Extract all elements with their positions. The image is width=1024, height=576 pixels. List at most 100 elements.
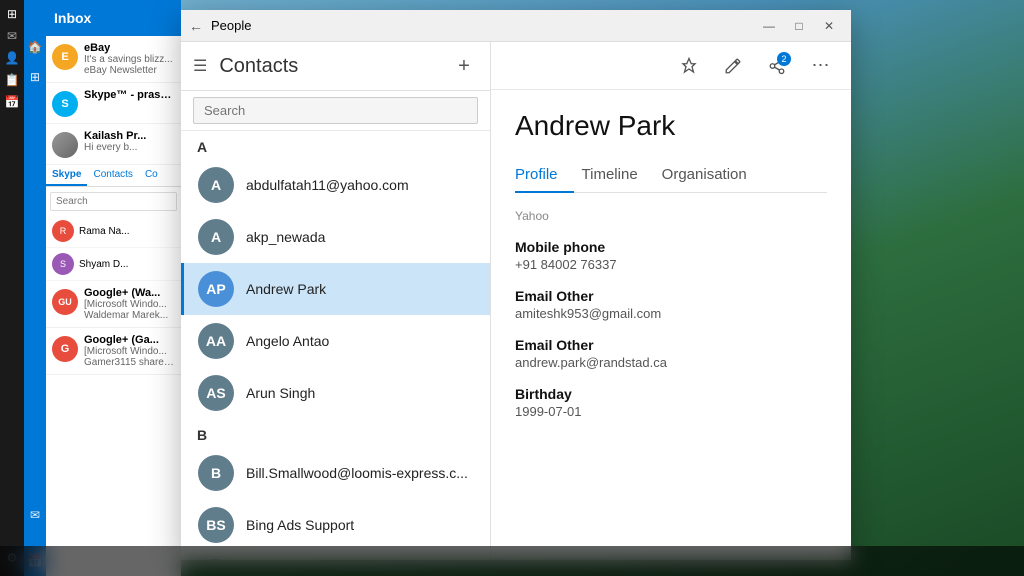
profile-tabs: Profile Timeline Organisation (515, 158, 827, 193)
hamburger-icon[interactable]: ☰ (193, 56, 207, 76)
googlewa-avatar: GU (52, 289, 78, 315)
bottom-taskbar (0, 546, 1024, 576)
contacts-search-container (181, 91, 490, 131)
window-controls: — □ ✕ (755, 12, 843, 40)
mail-sidebar-home[interactable]: 🏠 (28, 40, 43, 54)
contacts-search-input[interactable] (193, 97, 478, 124)
edit-button[interactable] (715, 48, 751, 84)
field-birthday-label: Birthday (515, 386, 827, 402)
start-icon[interactable]: ⊞ (2, 4, 22, 24)
rama-avatar: R (52, 220, 74, 242)
people-window: ← People — □ ✕ ☰ Contacts + A A ab (181, 10, 851, 560)
kailash-content: Kailash Pr... Hi every b... (84, 130, 175, 153)
letter-a: A (181, 131, 490, 159)
googlega-sub: Gamer3115 shared a post with Microsoft V… (84, 357, 175, 368)
skype-avatar: S (52, 91, 78, 117)
googlewa-sub: Waldemar Marek... (84, 310, 175, 321)
field-mobile-phone: Mobile phone +91 84002 76337 (515, 239, 827, 272)
share-button[interactable]: 2 (759, 48, 795, 84)
contact-bing[interactable]: BS Bing Ads Support (181, 499, 490, 551)
mail-sidebar-envelope[interactable]: ✉ (30, 508, 40, 522)
googlewa-sender: Google+ (Wa... (84, 287, 175, 299)
angelo-avatar: AA (198, 323, 234, 359)
more-button[interactable]: ⋯ (803, 48, 839, 84)
letter-b: B (181, 419, 490, 447)
contact-list-small: R Rama Na... S Shyam D... (46, 215, 181, 281)
mail-header: Inbox (46, 0, 181, 36)
contact-shyam[interactable]: S Shyam D... (46, 248, 181, 281)
tab-timeline[interactable]: Timeline (582, 158, 654, 193)
shyam-name: Shyam D... (79, 259, 128, 270)
bing-name: Bing Ads Support (246, 517, 354, 533)
profile-pane: 2 ⋯ Andrew Park Profile Timeline Organis… (491, 42, 851, 560)
contact-andrew[interactable]: AP Andrew Park (181, 263, 490, 315)
pin-button[interactable] (671, 48, 707, 84)
ebay-sender: eBay (84, 42, 175, 54)
tab-organisation[interactable]: Organisation (662, 158, 763, 193)
shyam-avatar: S (52, 253, 74, 275)
contact-angelo[interactable]: AA Angelo Antao (181, 315, 490, 367)
contact-abdulfatah[interactable]: A abdulfatah11@yahoo.com (181, 159, 490, 211)
angelo-name: Angelo Antao (246, 333, 329, 349)
profile-toolbar: 2 ⋯ (491, 42, 851, 90)
googlega-preview: [Microsoft Windo... (84, 346, 175, 357)
tab-contacts[interactable]: Contacts (87, 165, 138, 186)
contacts-list: A A abdulfatah11@yahoo.com A akp_newada … (181, 131, 490, 560)
maximize-button[interactable]: □ (785, 12, 813, 40)
mail-panel: Inbox E eBay It's a savings blizz... eBa… (46, 0, 181, 576)
field-email1-label: Email Other (515, 288, 827, 304)
contact-rama[interactable]: R Rama Na... (46, 215, 181, 248)
tab-co[interactable]: Co (139, 165, 164, 186)
mail-item-googlewa[interactable]: GU Google+ (Wa... [Microsoft Windo... Wa… (46, 281, 181, 328)
field-mobile-value: +91 84002 76337 (515, 257, 827, 272)
field-email1-value: amiteshk953@gmail.com (515, 306, 827, 321)
ebay-preview: It's a savings blizz... (84, 54, 175, 65)
field-mobile-label: Mobile phone (515, 239, 827, 255)
mail-icon[interactable]: ✉ (2, 26, 22, 46)
field-email2-label: Email Other (515, 337, 827, 353)
calendar-icon[interactable]: 📅 (2, 92, 22, 112)
contact-akp[interactable]: A akp_newada (181, 211, 490, 263)
people-icon[interactable]: 👤 (2, 48, 22, 68)
notes-icon[interactable]: 📋 (2, 70, 22, 90)
ebay-content: eBay It's a savings blizz... eBay Newsle… (84, 42, 175, 76)
back-button[interactable]: ← (189, 18, 203, 34)
window-body: ☰ Contacts + A A abdulfatah11@yahoo.com … (181, 42, 851, 560)
contact-bill[interactable]: B Bill.Smallwood@loomis-express.c... (181, 447, 490, 499)
googlewa-preview: [Microsoft Windo... (84, 299, 175, 310)
contacts-pane: ☰ Contacts + A A abdulfatah11@yahoo.com … (181, 42, 491, 560)
mail-item-googlega[interactable]: G Google+ (Ga... [Microsoft Windo... Gam… (46, 328, 181, 375)
mail-sidebar: 🏠 ⊞ ✉ 📅 (24, 0, 46, 576)
googlega-content: Google+ (Ga... [Microsoft Windo... Gamer… (84, 334, 175, 368)
akp-avatar: A (198, 219, 234, 255)
bing-avatar: BS (198, 507, 234, 543)
mail-item-ebay[interactable]: E eBay It's a savings blizz... eBay News… (46, 36, 181, 83)
abdulfatah-name: abdulfatah11@yahoo.com (246, 177, 409, 193)
profile-content: Andrew Park Profile Timeline Organisatio… (491, 90, 851, 560)
andrew-name: Andrew Park (246, 281, 326, 297)
googlega-sender: Google+ (Ga... (84, 334, 175, 346)
bill-avatar: B (198, 455, 234, 491)
kailash-preview: Hi every b... (84, 142, 175, 153)
inbox-label: Inbox (54, 10, 91, 26)
add-contact-button[interactable]: + (450, 52, 478, 80)
kailash-avatar (52, 132, 78, 158)
field-email-2: Email Other andrew.park@randstad.ca (515, 337, 827, 370)
tab-profile[interactable]: Profile (515, 158, 574, 193)
tab-skype[interactable]: Skype (46, 165, 87, 186)
close-button[interactable]: ✕ (815, 12, 843, 40)
mail-search-input[interactable] (50, 192, 177, 211)
contact-arun[interactable]: AS Arun Singh (181, 367, 490, 419)
skype-sender: Skype™ - prasadka... (84, 89, 175, 101)
ebay-avatar: E (52, 44, 78, 70)
googlewa-content: Google+ (Wa... [Microsoft Windo... Walde… (84, 287, 175, 321)
minimize-button[interactable]: — (755, 12, 783, 40)
mail-item-kailash[interactable]: Kailash Pr... Hi every b... (46, 124, 181, 165)
field-email-1: Email Other amiteshk953@gmail.com (515, 288, 827, 321)
mail-item-skype[interactable]: S Skype™ - prasadka... (46, 83, 181, 124)
contacts-title: Contacts (219, 55, 450, 78)
taskbar: ⊞ ✉ 👤 📋 📅 ⚙ (0, 0, 24, 576)
field-email2-value: andrew.park@randstad.ca (515, 355, 827, 370)
bill-name: Bill.Smallwood@loomis-express.c... (246, 465, 468, 481)
mail-sidebar-grid[interactable]: ⊞ (30, 70, 40, 84)
